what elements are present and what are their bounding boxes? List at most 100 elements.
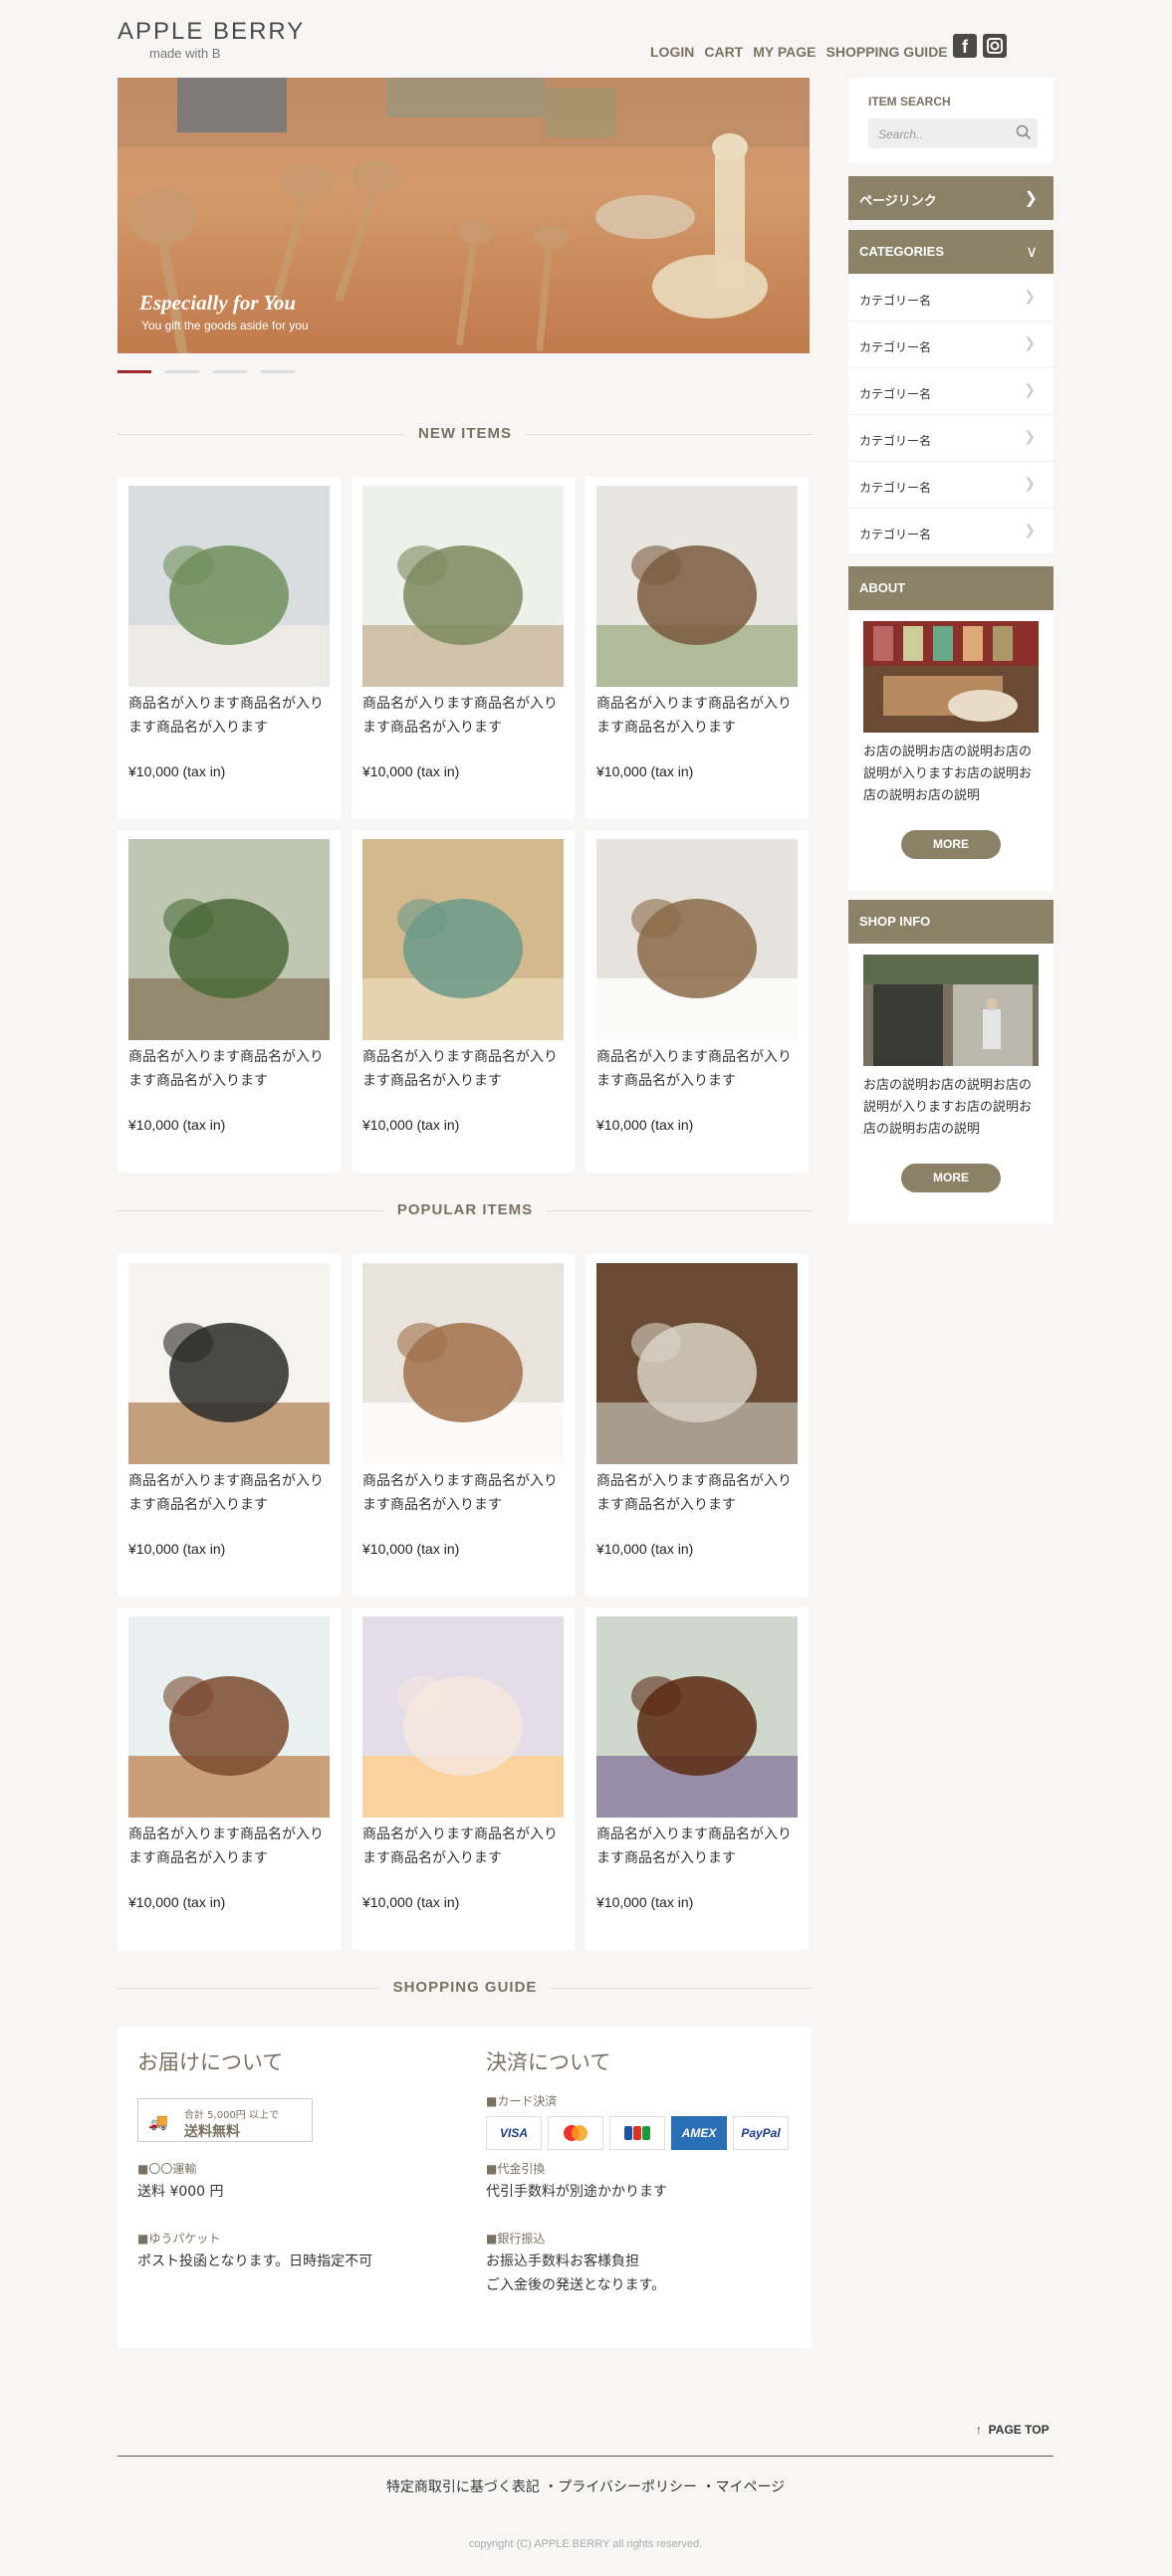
search-input[interactable]: Search.. [868,118,1038,148]
slider-dot[interactable] [213,370,247,373]
category-label: カテゴリー名 [859,434,932,448]
card-logos: VISA AMEX PayPal [486,2116,789,2150]
shop-info-more-button[interactable]: MORE [901,1164,1001,1192]
chevron-right-icon: ❯ [1024,289,1036,305]
slider-dot[interactable] [261,370,295,373]
category-item[interactable]: カテゴリー名 ❯ [848,415,1054,462]
category-item[interactable]: カテゴリー名 ❯ [848,275,1054,322]
about-more-button[interactable]: MORE [901,830,1001,859]
ship1-text: 送料 ¥000 円 [137,2184,224,2200]
product-name[interactable]: 商品名が入ります商品名が入ります商品名が入ります [596,692,798,740]
category-item[interactable]: カテゴリー名 ❯ [848,322,1054,368]
product-price: ¥10,000 (tax in) [362,1894,460,1910]
product-price: ¥10,000 (tax in) [128,1117,226,1133]
category-label: カテゴリー名 [859,481,932,495]
product-image[interactable] [362,1263,564,1464]
popular-items-grid: 商品名が入ります商品名が入ります商品名が入ります ¥10,000 (tax in… [117,1254,810,1950]
cod-label: ■代金引換 [486,2162,546,2176]
nav-shopping-guide[interactable]: SHOPPING GUIDE [826,44,948,60]
jcb-icon [609,2116,665,2150]
product-price: ¥10,000 (tax in) [596,1894,694,1910]
site-logo[interactable]: APPLE BERRY [117,18,305,46]
new-item-card[interactable]: 商品名が入ります商品名が入ります商品名が入ります ¥10,000 (tax in… [586,477,809,819]
mastercard-icon [548,2116,603,2150]
free-shipping-badge: 🚚 合計 5,000円 以上で 送料無料 [137,2098,313,2142]
product-image[interactable] [362,839,564,1040]
instagram-icon[interactable] [983,34,1007,58]
free-ship-label: 送料無料 [184,2124,240,2140]
product-image[interactable] [128,1263,330,1464]
new-item-card[interactable]: 商品名が入ります商品名が入ります商品名が入ります ¥10,000 (tax in… [352,830,575,1173]
product-price: ¥10,000 (tax in) [128,763,226,779]
product-price: ¥10,000 (tax in) [362,1117,460,1133]
hero-slider[interactable]: Especially for You You gift the goods as… [117,78,810,353]
popular-item-card[interactable]: 商品名が入ります商品名が入ります商品名が入ります ¥10,000 (tax in… [586,1254,809,1597]
footer-links[interactable]: 特定商取引に基づく表記 ・プライバシーポリシー ・マイページ [117,2476,1054,2496]
product-image[interactable] [596,486,798,687]
delivery-title: お届けについて [137,2050,284,2074]
product-name[interactable]: 商品名が入ります商品名が入ります商品名が入ります [362,1469,564,1517]
hero-title: Especially for You [139,291,297,315]
slider-dot[interactable] [165,370,199,373]
product-image[interactable] [362,1616,564,1818]
product-price: ¥10,000 (tax in) [362,1541,460,1557]
chevron-right-icon: ❯ [1024,476,1036,492]
product-image[interactable] [596,1263,798,1464]
site-logo-sub: made with B [149,46,221,61]
product-image[interactable] [128,1616,330,1818]
product-name[interactable]: 商品名が入ります商品名が入ります商品名が入ります [596,1045,798,1093]
product-image[interactable] [596,839,798,1040]
about-label: ABOUT [859,580,906,595]
product-image[interactable] [128,486,330,687]
shop-info-box: お店の説明お店の説明お店の説明が入りますお店の説明お店の説明お店の説明 MORE [848,944,1054,1223]
arrow-up-icon: ↑ [976,2423,982,2437]
product-image[interactable] [596,1616,798,1818]
category-item[interactable]: カテゴリー名 ❯ [848,368,1054,415]
payment-title: 決済について [486,2050,611,2074]
product-name[interactable]: 商品名が入ります商品名が入ります商品名が入ります [362,1823,564,1870]
new-item-card[interactable]: 商品名が入ります商品名が入ります商品名が入ります ¥10,000 (tax in… [586,830,809,1173]
header-nav: LOGIN CART MY PAGE SHOPPING GUIDE [650,44,948,60]
new-item-card[interactable]: 商品名が入ります商品名が入ります商品名が入ります ¥10,000 (tax in… [117,830,341,1173]
category-label: カテゴリー名 [859,387,932,401]
shopping-guide-box: お届けについて 🚚 合計 5,000円 以上で 送料無料 ■〇〇運輸 送料 ¥0… [117,2027,812,2348]
product-image[interactable] [362,486,564,687]
category-item[interactable]: カテゴリー名 ❯ [848,509,1054,555]
bank-label: ■銀行振込 [486,2232,546,2246]
product-name[interactable]: 商品名が入ります商品名が入ります商品名が入ります [362,1045,564,1093]
chevron-right-icon: ❯ [1024,335,1036,351]
search-icon[interactable] [1016,124,1032,144]
popular-item-card[interactable]: 商品名が入ります商品名が入ります商品名が入ります ¥10,000 (tax in… [117,1608,341,1950]
popular-item-card[interactable]: 商品名が入ります商品名が入ります商品名が入ります ¥10,000 (tax in… [352,1254,575,1597]
category-label: カテゴリー名 [859,294,932,308]
new-items-heading: NEW ITEMS [117,425,813,442]
product-name[interactable]: 商品名が入ります商品名が入ります商品名が入ります [596,1469,798,1517]
facebook-icon[interactable]: f [953,34,977,58]
product-name[interactable]: 商品名が入ります商品名が入ります商品名が入ります [362,692,564,740]
categories-bar[interactable]: CATEGORIES ∨ [848,230,1054,274]
page-top-link[interactable]: ↑ PAGE TOP [976,2423,1050,2437]
slider-dot-active[interactable] [117,370,151,373]
new-item-card[interactable]: 商品名が入ります商品名が入ります商品名が入ります ¥10,000 (tax in… [352,477,575,819]
shop-info-bar: SHOP INFO [848,900,1054,944]
product-name[interactable]: 商品名が入ります商品名が入ります商品名が入ります [596,1823,798,1870]
shop-info-label: SHOP INFO [859,914,931,929]
ship1-label: ■〇〇運輸 [137,2162,197,2176]
product-name[interactable]: 商品名が入ります商品名が入ります商品名が入ります [128,1823,330,1870]
shop-info-image [863,955,1039,1066]
page-link-bar[interactable]: ページリンク ❯ [848,176,1054,220]
product-name[interactable]: 商品名が入ります商品名が入ります商品名が入ります [128,1469,330,1517]
category-item[interactable]: カテゴリー名 ❯ [848,462,1054,509]
nav-login[interactable]: LOGIN [650,44,694,60]
about-box: お店の説明お店の説明お店の説明が入りますお店の説明お店の説明お店の説明 MORE [848,610,1054,891]
product-name[interactable]: 商品名が入ります商品名が入ります商品名が入ります [128,692,330,740]
popular-item-card[interactable]: 商品名が入ります商品名が入ります商品名が入ります ¥10,000 (tax in… [117,1254,341,1597]
nav-mypage[interactable]: MY PAGE [753,44,816,60]
popular-item-card[interactable]: 商品名が入ります商品名が入ります商品名が入ります ¥10,000 (tax in… [586,1608,809,1950]
popular-item-card[interactable]: 商品名が入ります商品名が入ります商品名が入ります ¥10,000 (tax in… [352,1608,575,1950]
product-name[interactable]: 商品名が入ります商品名が入ります商品名が入ります [128,1045,330,1093]
product-image[interactable] [128,839,330,1040]
new-item-card[interactable]: 商品名が入ります商品名が入ります商品名が入ります ¥10,000 (tax in… [117,477,341,819]
nav-cart[interactable]: CART [704,44,743,60]
visa-icon: VISA [486,2116,542,2150]
